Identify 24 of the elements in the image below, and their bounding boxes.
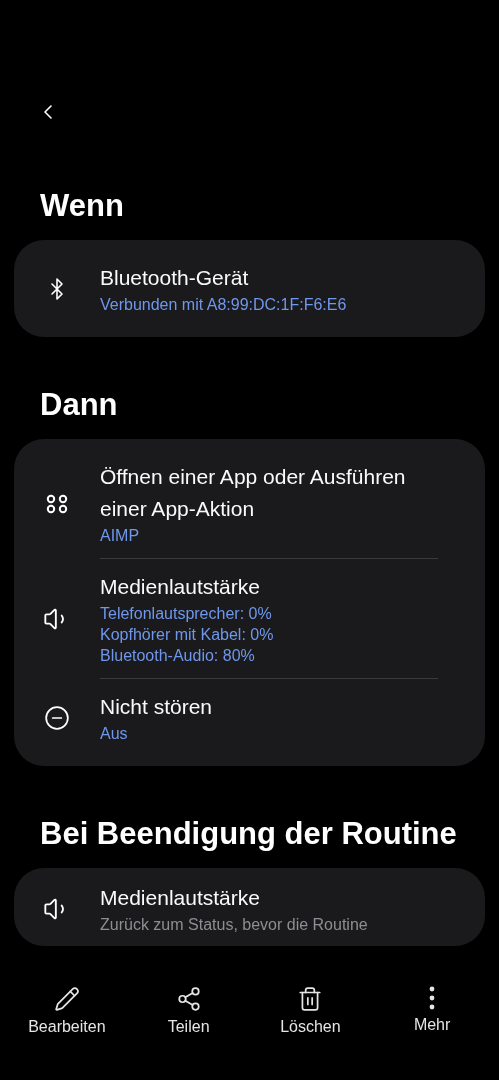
item-subtitle: Kopfhörer mit Kabel: 0% bbox=[100, 625, 274, 645]
item-subtitle: Zurück zum Status, bevor die Routine bbox=[100, 915, 368, 935]
toolbar-button[interactable]: Teilen bbox=[167, 980, 210, 1070]
pencil-icon bbox=[53, 986, 80, 1012]
toolbar-button[interactable]: Löschen bbox=[280, 980, 341, 1070]
toolbar-button[interactable]: Mehr bbox=[413, 980, 451, 1070]
item-title: Medienlautstärke bbox=[100, 885, 261, 911]
item-subtitle: Bluetooth-Audio: 80% bbox=[100, 646, 256, 666]
item-title: Nicht stören bbox=[100, 694, 213, 720]
more-icon bbox=[429, 986, 436, 1010]
section-heading: Bei Beendigung der Routine bbox=[39, 815, 458, 853]
trash-icon bbox=[297, 986, 324, 1012]
minus-circle-icon bbox=[44, 704, 70, 731]
toolbar-button[interactable]: Bearbeiten bbox=[28, 980, 106, 1070]
item-subtitle: Verbunden mit A8:99:DC:1F:F6:E6 bbox=[100, 295, 347, 315]
section-heading: Wenn bbox=[39, 187, 125, 225]
item-subtitle: AIMP bbox=[100, 526, 141, 546]
item-title: Öffnen einer App oder Ausführen einer App-Aktion bbox=[100, 464, 407, 522]
share-icon bbox=[175, 986, 202, 1012]
section-heading: Dann bbox=[39, 386, 119, 424]
item-subtitle: Telefonlautsprecher: 0% bbox=[100, 604, 273, 624]
item-title: Bluetooth-Gerät bbox=[100, 265, 250, 291]
item-title: Medienlautstärke bbox=[100, 574, 261, 600]
item-subtitle: Aus bbox=[100, 724, 129, 744]
